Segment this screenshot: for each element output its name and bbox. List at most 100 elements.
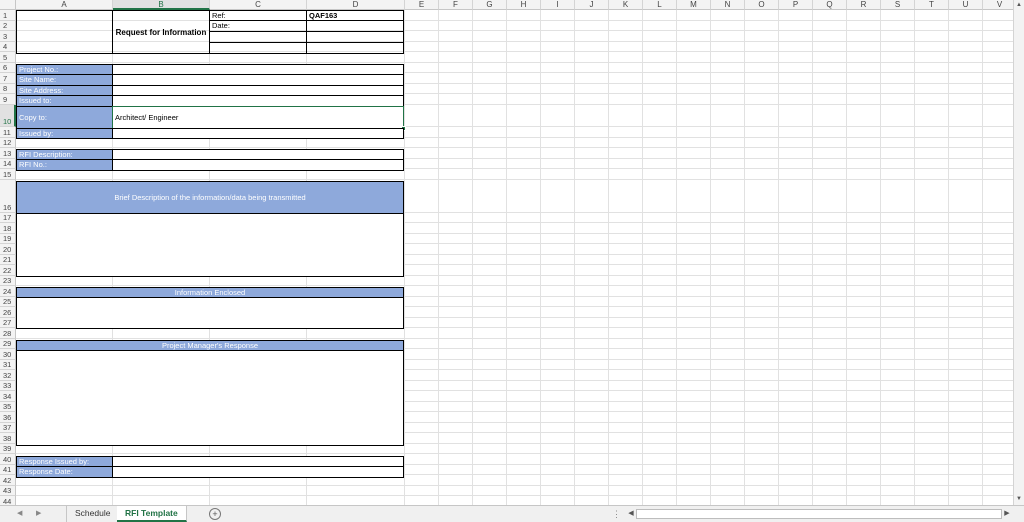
row-header[interactable]: 20 (0, 244, 16, 255)
scroll-up-icon[interactable]: ▲ (1014, 0, 1024, 10)
column-header[interactable]: R (847, 0, 881, 10)
gridline (948, 10, 949, 505)
column-header[interactable]: M (677, 0, 711, 10)
row-header[interactable]: 27 (0, 318, 16, 328)
row-header[interactable]: 12 (0, 138, 16, 148)
gridline (642, 10, 643, 505)
gridline (710, 10, 711, 505)
row-header[interactable]: 11 (0, 127, 16, 138)
column-header[interactable]: T (915, 0, 949, 10)
column-header[interactable]: S (881, 0, 915, 10)
row-header[interactable]: 34 (0, 391, 16, 402)
row-header[interactable]: 44 (0, 496, 16, 505)
column-header[interactable]: G (473, 0, 507, 10)
row-header[interactable]: 7 (0, 73, 16, 84)
column-header[interactable]: H (507, 0, 541, 10)
column-header[interactable]: K (609, 0, 643, 10)
row-header[interactable]: 14 (0, 159, 16, 169)
row-header[interactable]: 23 (0, 276, 16, 286)
title-block-cell[interactable] (209, 42, 307, 54)
row-header[interactable]: 33 (0, 381, 16, 391)
row-header[interactable]: 43 (0, 486, 16, 496)
gridline (16, 147, 1013, 148)
row-header[interactable]: 39 (0, 444, 16, 454)
row-header[interactable]: 32 (0, 370, 16, 381)
row-header[interactable]: 16 (0, 180, 16, 213)
plus-circle-icon[interactable]: + (209, 508, 221, 520)
spreadsheet-grid[interactable]: ABCDEFGHIJKLMNOPQRSTUV 1 2 3 4 5 6 7 8 9 10 11 12 13… (0, 0, 1013, 505)
column-header[interactable]: B (113, 0, 210, 10)
row-header[interactable]: 18 (0, 223, 16, 234)
column-header[interactable]: I (541, 0, 575, 10)
row-header[interactable]: 1 (0, 10, 16, 21)
row-header[interactable]: 5 (0, 52, 16, 63)
logo-cell[interactable] (16, 10, 113, 54)
column-header[interactable]: A (16, 0, 113, 10)
scroll-right-icon[interactable]: ▶ (1002, 509, 1012, 519)
row-header[interactable]: 25 (0, 297, 16, 307)
row-header[interactable]: 36 (0, 412, 16, 423)
gridline (982, 10, 983, 505)
row-header[interactable]: 37 (0, 423, 16, 433)
response-date-input[interactable] (112, 466, 404, 478)
information-enclosed-area[interactable] (16, 297, 404, 329)
column-header[interactable]: P (779, 0, 813, 10)
row-header[interactable]: 40 (0, 454, 16, 465)
row-header[interactable]: 4 (0, 42, 16, 52)
row-header[interactable]: 19 (0, 234, 16, 244)
horizontal-scrollbar[interactable] (636, 509, 1002, 519)
issued-by-label: Issued by: (16, 128, 113, 139)
column-header[interactable]: F (439, 0, 473, 10)
triangle-left-icon[interactable]: ◀ (17, 509, 22, 517)
scroll-down-icon[interactable]: ▼ (1014, 494, 1024, 504)
row-header[interactable]: 26 (0, 307, 16, 318)
pm-response-area[interactable] (16, 350, 404, 446)
tab-schedule[interactable]: Schedule (66, 506, 120, 522)
row-header[interactable]: 15 (0, 169, 16, 180)
column-header[interactable]: L (643, 0, 677, 10)
issued-by-input[interactable] (112, 128, 404, 139)
copy-to-input[interactable]: Architect/ Engineer (112, 106, 404, 129)
column-header[interactable]: C (210, 0, 307, 10)
column-header[interactable]: O (745, 0, 779, 10)
select-all-corner[interactable] (0, 0, 16, 10)
rfi-no-input[interactable] (112, 159, 404, 171)
title-block-cell[interactable] (306, 42, 404, 54)
row-header[interactable]: 35 (0, 402, 16, 412)
column-header[interactable]: D (307, 0, 405, 10)
row-header[interactable]: 13 (0, 148, 16, 159)
row-header[interactable]: 38 (0, 433, 16, 444)
row-header[interactable]: 31 (0, 360, 16, 370)
rfi-no-label: RFI No.: (16, 159, 113, 171)
vertical-scrollbar[interactable]: ▲ ▼ (1013, 0, 1024, 505)
row-header[interactable]: 28 (0, 328, 16, 339)
scroll-left-icon[interactable]: ◀ (626, 509, 636, 519)
row-header[interactable]: 29 (0, 339, 16, 349)
cell-area[interactable]: Request for Information Ref: QAF163 Date… (16, 10, 1013, 505)
row-header[interactable]: 2 (0, 21, 16, 31)
column-header[interactable]: E (405, 0, 439, 10)
row-header[interactable]: 6 (0, 63, 16, 73)
row-header[interactable]: 42 (0, 475, 16, 486)
row-header[interactable]: 17 (0, 213, 16, 223)
row-header[interactable]: 3 (0, 31, 16, 42)
row-header[interactable]: 8 (0, 84, 16, 94)
column-header[interactable]: Q (813, 0, 847, 10)
brief-description-area[interactable] (16, 213, 404, 277)
gridline (812, 10, 813, 505)
row-header[interactable]: 22 (0, 265, 16, 276)
splitter-icon[interactable]: ⋮ (612, 509, 621, 520)
row-header[interactable]: 9 (0, 94, 16, 105)
row-header[interactable]: 24 (0, 286, 16, 297)
triangle-right-icon[interactable]: ▶ (36, 509, 41, 517)
column-header[interactable]: N (711, 0, 745, 10)
row-header[interactable]: 41 (0, 465, 16, 475)
column-header[interactable]: U (949, 0, 983, 10)
row-header[interactable]: 10 (0, 105, 16, 127)
row-header[interactable]: 21 (0, 255, 16, 265)
row-header[interactable]: 30 (0, 349, 16, 360)
column-header[interactable]: J (575, 0, 609, 10)
column-header[interactable]: V (983, 0, 1013, 10)
tab-rfi-template[interactable]: RFI Template (117, 506, 187, 522)
gridline (914, 10, 915, 505)
